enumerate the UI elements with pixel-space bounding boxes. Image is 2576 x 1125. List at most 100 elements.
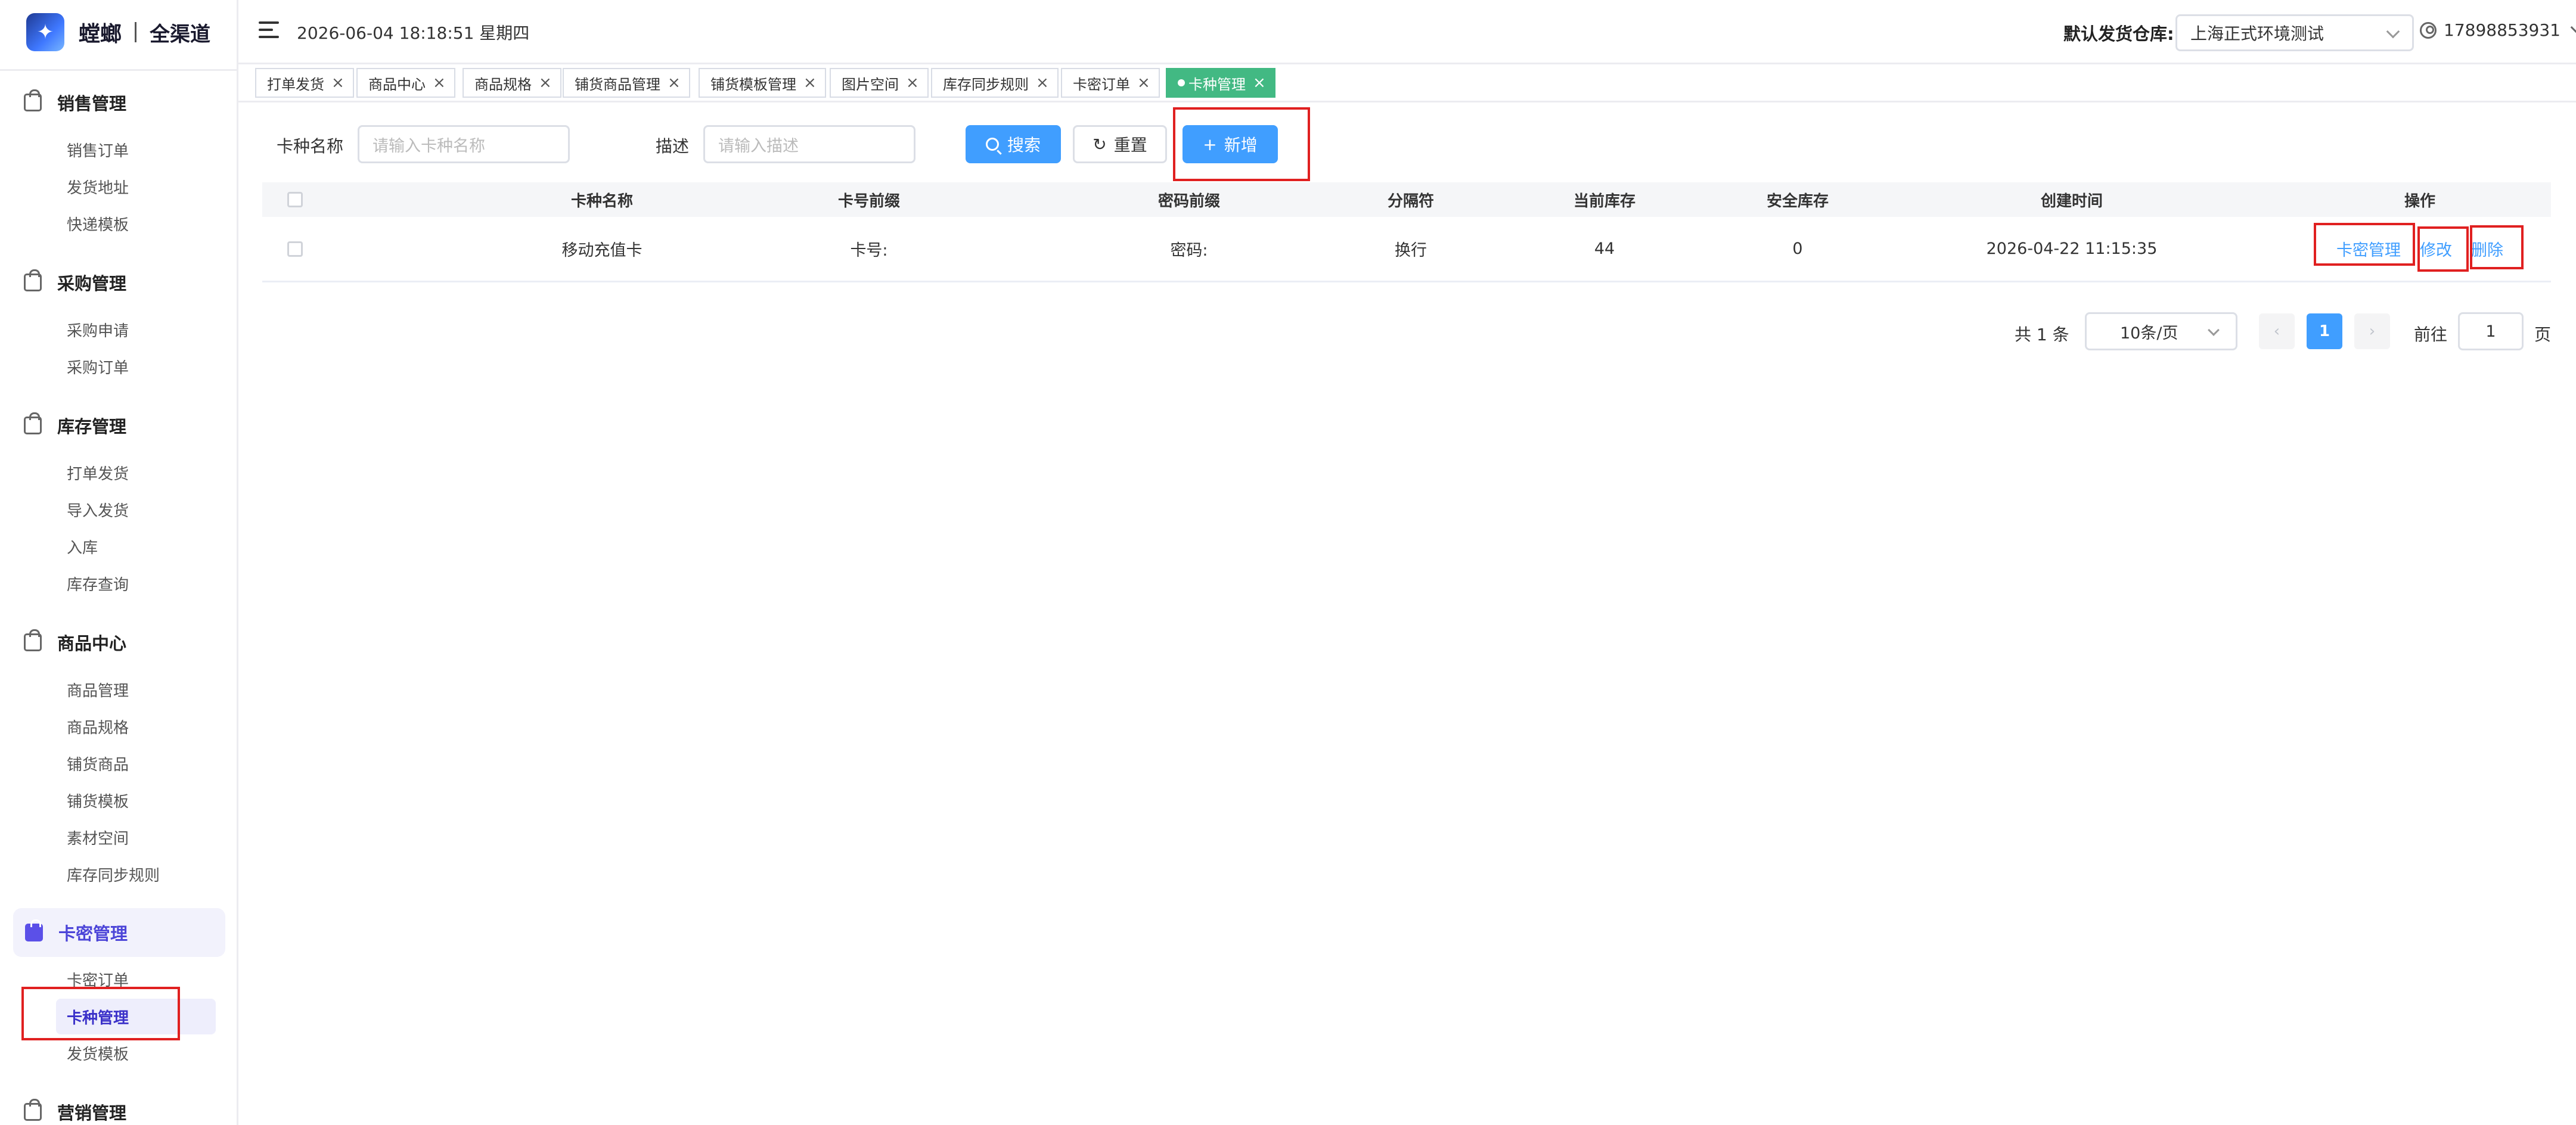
chevron-down-icon xyxy=(2570,20,2576,34)
col-header-card-prefix: 卡号前缀 xyxy=(837,192,900,210)
sidebar-item-stock-query[interactable]: 库存查询 xyxy=(67,568,129,598)
sidebar-item-stock-sync-rules[interactable]: 库存同步规则 xyxy=(67,859,160,889)
close-icon[interactable]: × xyxy=(906,74,919,92)
tab-print-ship[interactable]: 打单发货 × xyxy=(255,68,354,98)
warehouse-value: 上海正式环境测试 xyxy=(2190,24,2324,43)
tab-product-center[interactable]: 商品中心 × xyxy=(356,68,455,98)
next-page-button[interactable]: › xyxy=(2354,313,2390,349)
tab-stock-sync-rules[interactable]: 库存同步规则 × xyxy=(931,68,1059,98)
sidebar-group-products[interactable]: 商品中心 xyxy=(24,624,126,660)
tab-label: 打单发货 xyxy=(267,76,324,93)
logo[interactable]: ✦ 螳螂 全渠道 xyxy=(26,11,210,54)
brand-divider xyxy=(135,22,137,42)
tab-label: 商品规格 xyxy=(474,76,532,93)
tab-product-spec[interactable]: 商品规格 × xyxy=(463,68,561,98)
add-button[interactable]: + 新增 xyxy=(1183,125,1278,163)
sidebar-item-ship-address[interactable]: 发货地址 xyxy=(67,172,129,201)
sidebar-item-card-types[interactable]: 卡种管理 xyxy=(56,999,216,1034)
sidebar-item-import-ship[interactable]: 导入发货 xyxy=(67,495,129,524)
sidebar-item-purchase-orders[interactable]: 采购订单 xyxy=(67,352,129,381)
sidebar-group-sales[interactable]: 销售管理 xyxy=(24,85,126,120)
page-size-select[interactable]: 10条/页 xyxy=(2085,312,2237,350)
app-root: ✦ 螳螂 全渠道 销售管理 销售订单 发货地址 快递模板 采购管理 采购申请 采… xyxy=(0,0,2576,1125)
tab-distribution-products[interactable]: 铺货商品管理 × xyxy=(563,68,690,98)
card-name-label: 卡种名称 xyxy=(277,136,344,156)
sidebar-group-label: 采购管理 xyxy=(57,274,127,294)
chevron-down-icon xyxy=(2386,24,2400,39)
goto-page-input[interactable]: 1 xyxy=(2458,312,2524,350)
close-icon[interactable]: × xyxy=(1036,74,1049,92)
delete-link[interactable]: 删除 xyxy=(2471,237,2503,260)
cell-pwd-prefix: 密码: xyxy=(1170,241,1208,260)
sidebar-item-express-template[interactable]: 快递模板 xyxy=(67,209,129,238)
sidebar-group-label: 卡密管理 xyxy=(58,924,128,944)
sidebar-item-product-spec[interactable]: 商品规格 xyxy=(67,711,129,741)
sidebar-item-print-ship[interactable]: 打单发货 xyxy=(67,458,129,487)
sidebar-item-product-manage[interactable]: 商品管理 xyxy=(67,675,129,704)
page-unit-label: 页 xyxy=(2534,325,2552,344)
sidebar-group-label: 营销管理 xyxy=(57,1103,127,1123)
user-menu[interactable]: 17898853931 xyxy=(2420,20,2576,40)
search-button[interactable]: 搜索 xyxy=(966,125,1061,163)
tab-card-orders[interactable]: 卡密订单 × xyxy=(1061,68,1160,98)
tab-distribution-template[interactable]: 铺货模板管理 × xyxy=(699,68,826,98)
table-row: 移动充值卡 卡号: 密码: 换行 44 0 2026-04-22 11:15:3… xyxy=(262,217,2551,282)
card-manage-link[interactable]: 卡密管理 xyxy=(2336,237,2401,260)
close-icon[interactable]: × xyxy=(668,74,681,92)
sidebar-item-stock-in[interactable]: 入库 xyxy=(67,532,98,561)
close-icon[interactable]: × xyxy=(433,74,446,92)
col-header-separator: 分隔符 xyxy=(1387,192,1434,210)
cell-stock: 44 xyxy=(1594,240,1615,258)
tab-label: 图片空间 xyxy=(842,76,899,93)
logo-icon: ✦ xyxy=(26,13,64,51)
sidebar-item-ship-template[interactable]: 发货模板 xyxy=(67,1038,129,1068)
sidebar-item-sales-orders[interactable]: 销售订单 xyxy=(67,135,129,164)
tab-label: 商品中心 xyxy=(368,76,426,93)
close-icon[interactable]: × xyxy=(331,74,344,92)
user-icon xyxy=(2420,21,2437,39)
cell-separator: 换行 xyxy=(1395,241,1427,260)
sidebar-group-card-secrets[interactable]: 卡密管理 xyxy=(13,908,225,957)
bag-icon xyxy=(24,89,42,111)
bag-icon xyxy=(24,269,42,291)
card-name-input[interactable]: 请输入卡种名称 xyxy=(358,125,570,163)
tab-label: 卡密订单 xyxy=(1073,76,1130,93)
sidebar-item-material-space[interactable]: 素材空间 xyxy=(67,822,129,852)
search-icon xyxy=(985,138,999,151)
menu-toggle-icon[interactable] xyxy=(259,21,279,38)
sidebar-item-distribution-template[interactable]: 铺货模板 xyxy=(67,785,129,815)
prev-page-button[interactable]: ‹ xyxy=(2259,313,2295,349)
reset-button-label: 重置 xyxy=(1113,135,1147,155)
edit-link[interactable]: 修改 xyxy=(2420,237,2452,260)
cell-safe-stock: 0 xyxy=(1792,240,1803,258)
select-all-checkbox[interactable] xyxy=(287,192,303,207)
bag-icon xyxy=(25,919,43,941)
cell-name: 移动充值卡 xyxy=(561,241,643,260)
page-number-current[interactable]: 1 xyxy=(2307,313,2342,349)
sidebar-group-inventory[interactable]: 库存管理 xyxy=(24,408,126,443)
tab-label: 卡种管理 xyxy=(1188,76,1246,93)
current-datetime: 2026-06-04 18:18:51 星期四 xyxy=(297,23,530,43)
sidebar-group-marketing[interactable]: 营销管理 xyxy=(24,1094,126,1125)
tab-label: 库存同步规则 xyxy=(943,76,1029,93)
desc-input[interactable]: 请输入描述 xyxy=(703,125,915,163)
card-types-table: 卡种名称 卡号前缀 密码前缀 分隔符 当前库存 安全库存 创建时间 操作 移动充… xyxy=(262,182,2551,282)
cell-created: 2026-04-22 11:15:35 xyxy=(1986,240,2158,258)
close-icon[interactable]: × xyxy=(1137,74,1150,92)
tab-card-types[interactable]: 卡种管理 × xyxy=(1166,68,1275,98)
reset-button[interactable]: ↻ 重置 xyxy=(1073,125,1167,163)
close-icon[interactable]: × xyxy=(1253,74,1266,92)
sidebar-item-card-orders[interactable]: 卡密订单 xyxy=(67,964,129,994)
close-icon[interactable]: × xyxy=(539,74,552,92)
add-button-label: 新增 xyxy=(1224,135,1258,155)
close-icon[interactable]: × xyxy=(803,74,817,92)
sidebar-item-purchase-request[interactable]: 采购申请 xyxy=(67,315,129,344)
col-header-pwd-prefix: 密码前缀 xyxy=(1157,192,1220,210)
row-checkbox[interactable] xyxy=(287,241,303,257)
sidebar-group-purchase[interactable]: 采购管理 xyxy=(24,265,126,300)
col-header-safe-stock: 安全库存 xyxy=(1766,192,1829,210)
warehouse-select[interactable]: 上海正式环境测试 xyxy=(2175,14,2414,51)
sidebar-item-distribution-products[interactable]: 铺货商品 xyxy=(67,748,129,778)
col-header-actions: 操作 xyxy=(2404,192,2435,210)
tab-image-space[interactable]: 图片空间 × xyxy=(830,68,929,98)
